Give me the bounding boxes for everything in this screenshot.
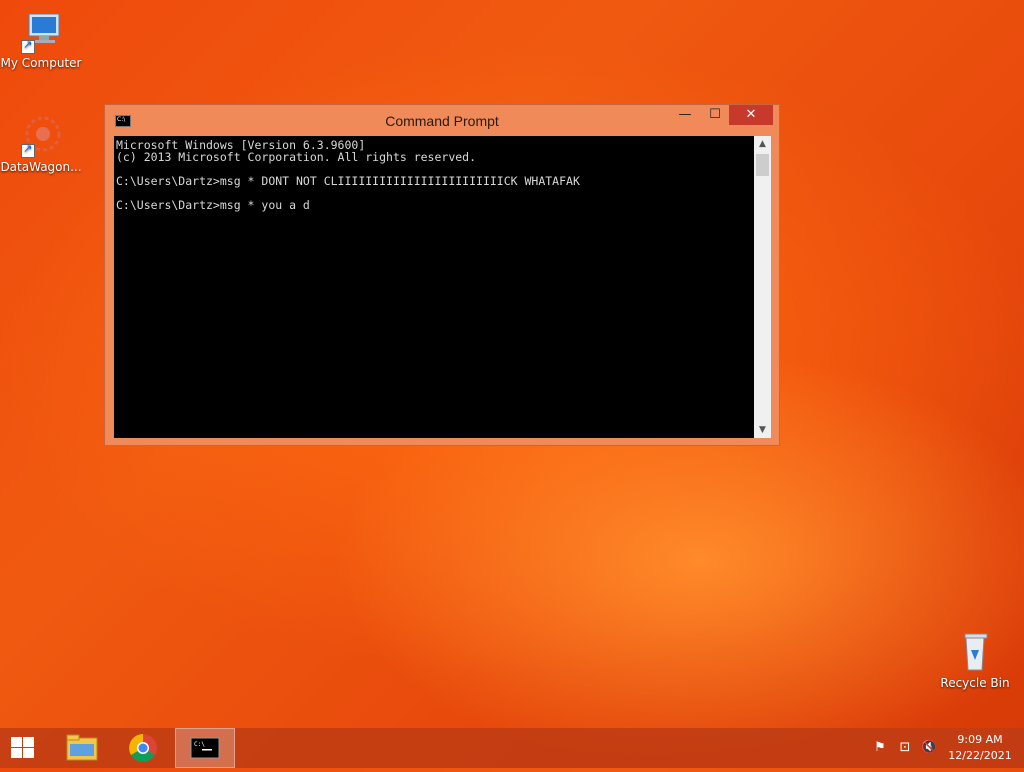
title-bar[interactable]: Command Prompt — ☐ ✕ (105, 105, 779, 135)
clock-time: 9:09 AM (957, 733, 1003, 746)
scroll-thumb[interactable] (756, 154, 769, 176)
cmd-icon: C:\ (190, 737, 220, 759)
action-center-flag-icon[interactable]: ⚑ (872, 740, 888, 756)
console-text: Microsoft Windows [Version 6.3.9600] (c)… (116, 138, 580, 212)
maximize-button[interactable]: ☐ (701, 105, 729, 125)
clock-date: 12/22/2021 (948, 749, 1012, 762)
scroll-down-button[interactable]: ▼ (754, 422, 771, 438)
vertical-scrollbar[interactable]: ▲ ▼ (754, 136, 771, 438)
desktop-icon-label: Recycle Bin (940, 676, 1010, 690)
datawagon-icon (19, 114, 63, 158)
start-button[interactable] (0, 728, 48, 768)
chrome-icon (129, 734, 157, 762)
taskbar: C:\ ⚑ ⊡ 🔇 9:09 AM 12/22/2021 (0, 728, 1024, 768)
file-explorer-icon (66, 734, 98, 761)
close-button[interactable]: ✕ (729, 105, 773, 125)
recycle-bin-icon (953, 630, 997, 674)
console-output[interactable]: Microsoft Windows [Version 6.3.9600] (c)… (114, 136, 754, 438)
desktop-icon-label: DataWagon... (0, 160, 82, 174)
desktop-icon-datawagon[interactable]: DataWagon... (0, 114, 82, 174)
windows-logo-icon (11, 737, 35, 759)
command-prompt-window[interactable]: Command Prompt — ☐ ✕ Microsoft Windows [… (104, 104, 780, 446)
taskbar-file-explorer[interactable] (52, 728, 112, 768)
desktop-icon-recycle-bin[interactable]: Recycle Bin (934, 630, 1016, 690)
svg-text:C:\: C:\ (194, 741, 205, 748)
network-icon[interactable]: ⊡ (897, 740, 913, 756)
computer-icon (19, 10, 63, 54)
clock[interactable]: 9:09 AM 12/22/2021 (948, 732, 1012, 764)
desktop-icon-my-computer[interactable]: My Computer (0, 10, 82, 70)
volume-muted-icon[interactable]: 🔇 (921, 740, 937, 756)
taskbar-chrome[interactable] (113, 728, 173, 768)
scroll-up-button[interactable]: ▲ (754, 136, 771, 152)
taskbar-command-prompt[interactable]: C:\ (175, 728, 235, 768)
desktop-icon-label: My Computer (0, 56, 82, 70)
minimize-button[interactable]: — (671, 105, 699, 125)
